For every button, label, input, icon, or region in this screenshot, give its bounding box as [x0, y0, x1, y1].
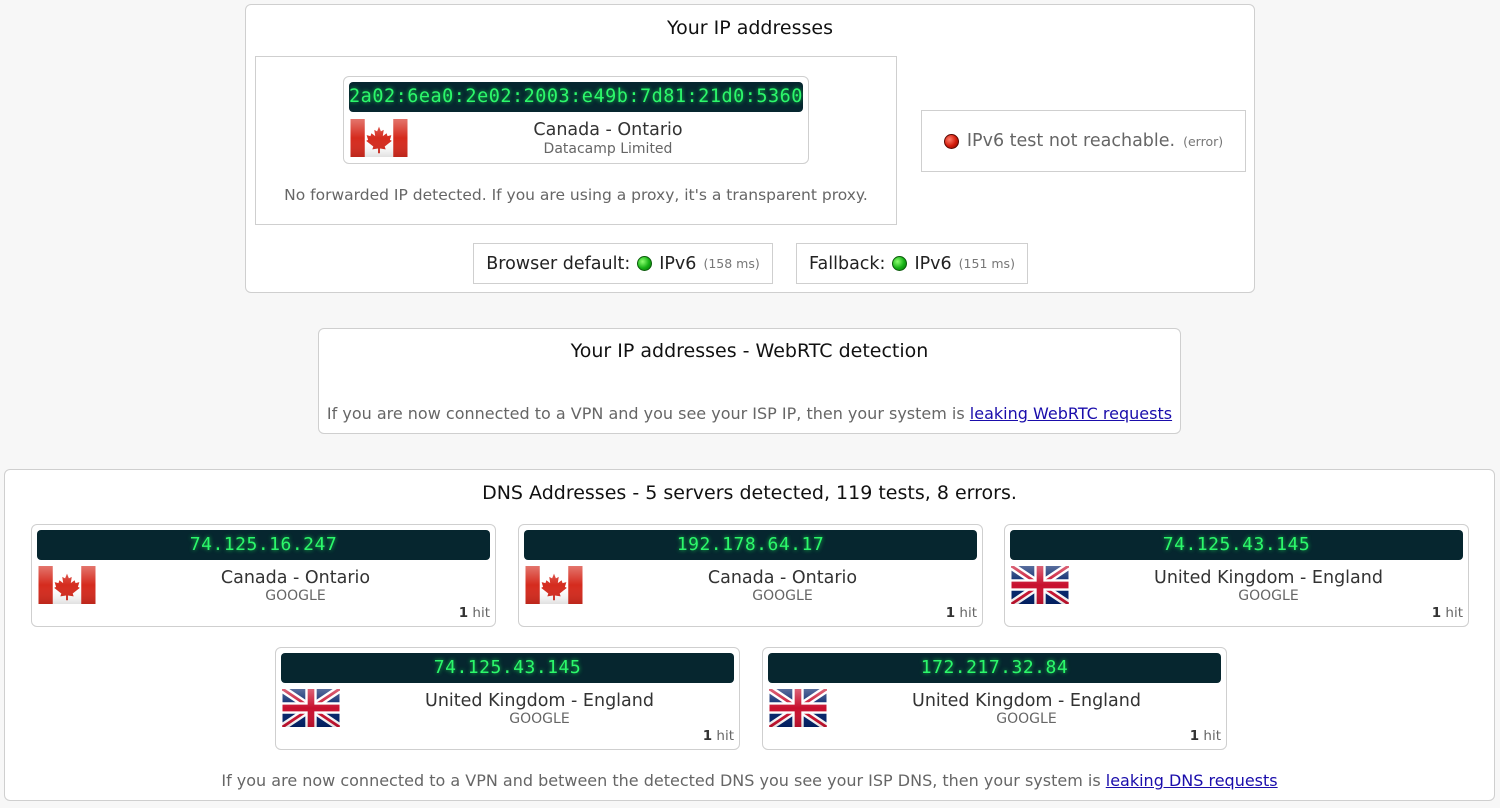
- ipv6-test-status: (error): [1183, 133, 1224, 149]
- dns-server-location: Canada - Ontario: [220, 568, 371, 588]
- ip-isp: Datacamp Limited: [543, 141, 673, 157]
- fallback-protocol: IPv6: [914, 253, 952, 274]
- hit-label: hit: [959, 605, 977, 621]
- webrtc-leak-link[interactable]: leaking WebRTC requests: [970, 404, 1172, 423]
- ip-address-card: 2a02:6ea0:2e02:2003:e49b:7d81:21d0:5360 …: [343, 76, 809, 164]
- dns-leak-link[interactable]: leaking DNS requests: [1106, 771, 1278, 790]
- dns-server-card: 74.125.16.247 Canada - Ontario GOOGLE 1 …: [31, 524, 496, 627]
- hit-label: hit: [1445, 605, 1463, 621]
- uk-flag-icon: [769, 689, 827, 727]
- dns-server-card: 74.125.43.145 United Kingdom - England G…: [1004, 524, 1469, 627]
- dns-server-location: Canada - Ontario: [707, 568, 858, 588]
- dns-note: If you are now connected to a VPN and be…: [5, 771, 1494, 790]
- hit-count: 1: [702, 728, 713, 744]
- uk-flag-icon: [1011, 566, 1069, 604]
- ip-address-container: 2a02:6ea0:2e02:2003:e49b:7d81:21d0:5360 …: [255, 56, 897, 225]
- dns-server-ip[interactable]: 172.217.32.84: [768, 653, 1221, 683]
- webrtc-panel: Your IP addresses - WebRTC detection If …: [318, 328, 1181, 434]
- error-status-icon: [943, 133, 959, 149]
- dns-server-hits: 1 hit: [1432, 605, 1463, 621]
- forwarded-ip-note: No forwarded IP detected. If you are usi…: [284, 186, 868, 204]
- dns-server-isp: GOOGLE: [509, 711, 570, 727]
- ip-addresses-title: Your IP addresses: [667, 17, 833, 39]
- dns-server-hits: 1 hit: [703, 728, 734, 744]
- fallback-latency: (151 ms): [958, 256, 1015, 271]
- dns-server-ip[interactable]: 192.178.64.17: [524, 530, 977, 560]
- dns-title: DNS Addresses - 5 servers detected, 119 …: [482, 482, 1017, 504]
- dns-server-location: United Kingdom - England: [425, 691, 654, 711]
- hit-label: hit: [472, 605, 490, 621]
- canada-flag-icon: [38, 566, 96, 604]
- ok-status-icon: [892, 256, 908, 271]
- dns-server-card: 192.178.64.17 Canada - Ontario GOOGLE 1 …: [518, 524, 983, 627]
- uk-flag-icon: [282, 689, 340, 727]
- ok-status-icon: [637, 256, 653, 271]
- webrtc-title: Your IP addresses - WebRTC detection: [570, 340, 929, 362]
- dns-server-isp: GOOGLE: [1238, 588, 1299, 604]
- dns-server-location: United Kingdom - England: [1154, 568, 1383, 588]
- fallback-box: Fallback: IPv6 (151 ms): [796, 243, 1028, 284]
- dns-note-text: If you are now connected to a VPN and be…: [221, 771, 1101, 790]
- browser-default-latency: (158 ms): [703, 256, 760, 271]
- dns-server-isp: GOOGLE: [752, 588, 813, 604]
- dns-server-ip[interactable]: 74.125.43.145: [281, 653, 734, 683]
- dns-server-card: 172.217.32.84 United Kingdom - England G…: [762, 647, 1227, 750]
- ip-address-display[interactable]: 2a02:6ea0:2e02:2003:e49b:7d81:21d0:5360: [349, 82, 803, 112]
- canada-flag-icon: [525, 566, 583, 604]
- dns-server-location: United Kingdom - England: [912, 691, 1141, 711]
- dns-server-hits: 1 hit: [946, 605, 977, 621]
- canada-flag-icon: [350, 119, 408, 157]
- webrtc-note-text: If you are now connected to a VPN and yo…: [326, 404, 965, 423]
- browser-default-label: Browser default:: [486, 253, 631, 274]
- hit-count: 1: [1431, 605, 1442, 621]
- dns-server-card: 74.125.43.145 United Kingdom - England G…: [275, 647, 740, 750]
- dns-server-isp: GOOGLE: [996, 711, 1057, 727]
- ip-addresses-panel: Your IP addresses 2a02:6ea0:2e02:2003:e4…: [245, 4, 1255, 293]
- hit-count: 1: [458, 605, 469, 621]
- hit-count: 1: [1189, 728, 1200, 744]
- hit-count: 1: [945, 605, 956, 621]
- dns-server-ip[interactable]: 74.125.16.247: [37, 530, 490, 560]
- ipv6-test-text: IPv6 test not reachable.: [966, 131, 1176, 151]
- dns-server-hits: 1 hit: [1190, 728, 1221, 744]
- webrtc-note: If you are now connected to a VPN and yo…: [319, 404, 1180, 423]
- dns-panel: DNS Addresses - 5 servers detected, 119 …: [4, 469, 1495, 801]
- ipv6-test-box: IPv6 test not reachable. (error): [921, 110, 1246, 172]
- browser-default-box: Browser default: IPv6 (158 ms): [473, 243, 773, 284]
- hit-label: hit: [716, 728, 734, 744]
- ip-location: Canada - Ontario: [533, 120, 683, 140]
- dns-server-isp: GOOGLE: [265, 588, 326, 604]
- dns-server-ip[interactable]: 74.125.43.145: [1010, 530, 1463, 560]
- browser-default-protocol: IPv6: [659, 253, 697, 274]
- fallback-label: Fallback:: [809, 253, 886, 274]
- hit-label: hit: [1203, 728, 1221, 744]
- dns-server-hits: 1 hit: [459, 605, 490, 621]
